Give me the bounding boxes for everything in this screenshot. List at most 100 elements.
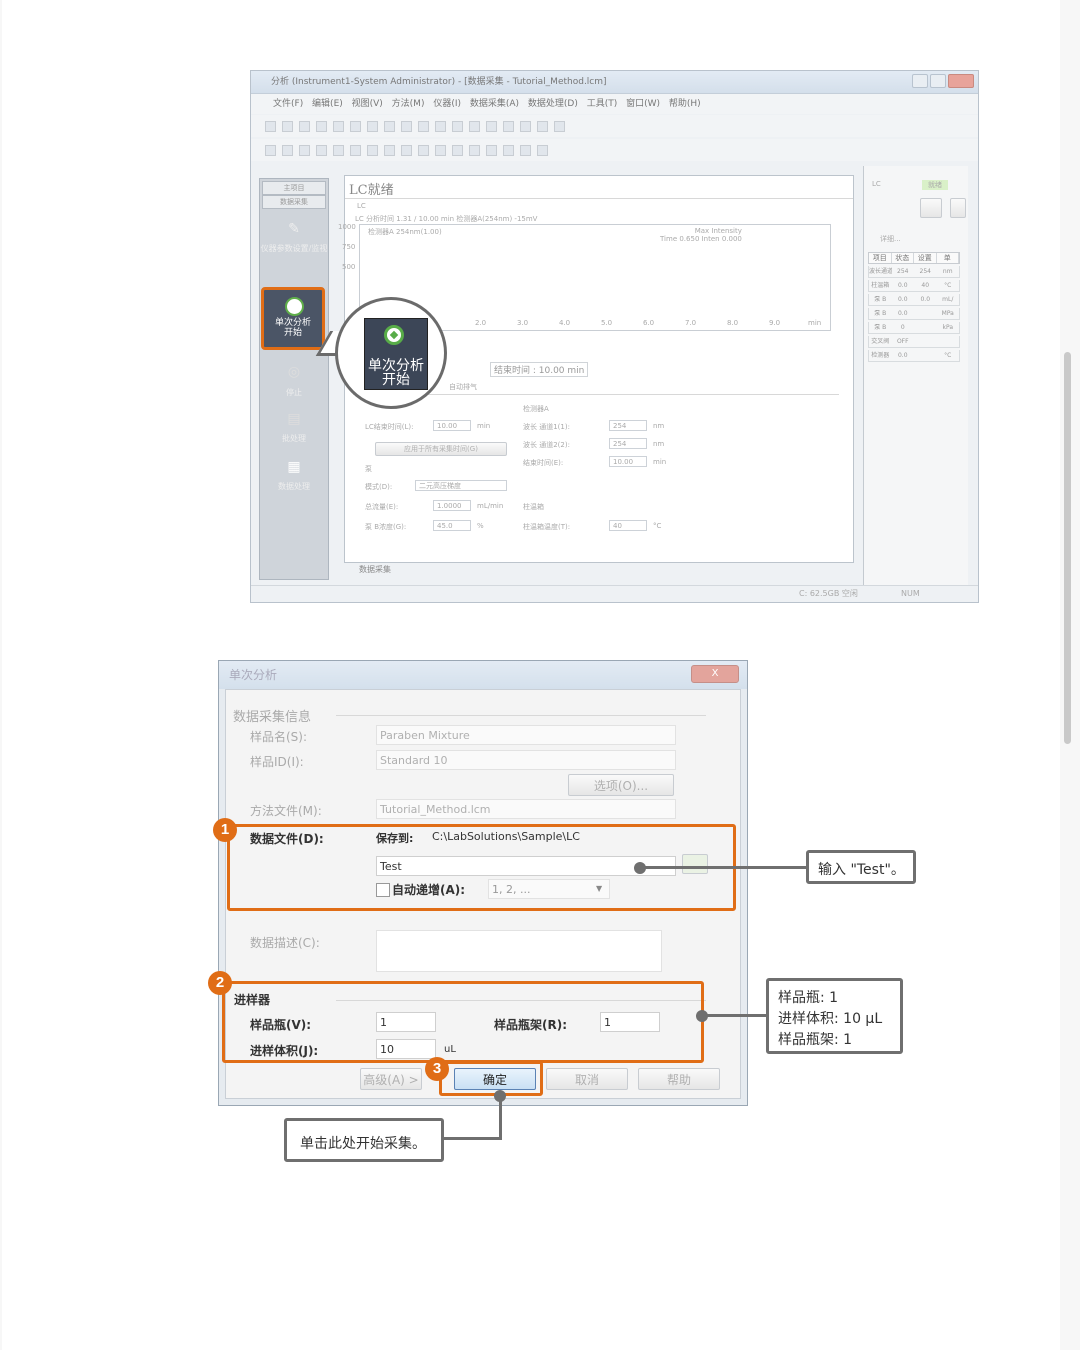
- detector-group-label: 检测器A: [523, 405, 549, 413]
- auto-purge-tab[interactable]: 自动排气: [449, 382, 477, 392]
- status-table-cell: 0.0: [920, 296, 931, 303]
- wavelength-ch2-field[interactable]: 254: [609, 438, 647, 449]
- status-table-row: 波长通道 254 254 nm: [868, 266, 960, 278]
- pump-mode-select[interactable]: 二元高压梯度: [415, 480, 507, 491]
- status-table-cell: 检测器: [871, 352, 890, 359]
- advanced-button[interactable]: 高级(A) >: [360, 1068, 422, 1090]
- assistant-item-stop[interactable]: 停止: [260, 387, 328, 398]
- monitor-icon[interactable]: [920, 198, 942, 218]
- x-tick: 3.0: [517, 319, 529, 327]
- zoomed-button: 单次分析 开始: [364, 318, 428, 390]
- toolbar-1[interactable]: [251, 115, 978, 137]
- wavelength-ch1-field[interactable]: 254: [609, 420, 647, 431]
- status-table-cell: [914, 322, 937, 333]
- callout-enter-test: 输入 "Test"。: [806, 850, 916, 884]
- status-table-row: 柱温箱 0.0 40 °C: [868, 280, 960, 292]
- assistant-tab-acquisition[interactable]: 数据采集: [262, 195, 326, 209]
- param-unit: nm: [653, 440, 665, 448]
- divider: [345, 198, 853, 199]
- plot-legend: 检测器A 254nm(1.00): [368, 228, 442, 236]
- param-unit: min: [653, 458, 667, 466]
- status-table-cell: kPa: [942, 324, 954, 331]
- single-run-start-button-highlight[interactable]: 单次分析 开始: [261, 287, 325, 350]
- callout-line-volume: 进样体积: 10 μL: [778, 1011, 883, 1027]
- return-icon[interactable]: [950, 198, 966, 218]
- param-unit: %: [477, 522, 484, 530]
- lc-title-status: 就绪: [367, 183, 394, 198]
- assistant-header[interactable]: 主项目: [262, 181, 326, 195]
- method-file-field[interactable]: Tutorial_Method.lcm: [376, 799, 676, 819]
- single-run-icon: [384, 325, 404, 345]
- page-scrollbar-thumb[interactable]: [1064, 352, 1071, 744]
- dialog-title: 单次分析 X: [219, 661, 747, 689]
- zoom-magnifier: 单次分析 开始: [335, 297, 447, 409]
- pump-group-label: 泵: [365, 465, 372, 473]
- toolbar-2[interactable]: [251, 139, 978, 161]
- status-table-row: 检测器 0.0 °C: [868, 350, 960, 362]
- callout-line-rack: 样品瓶架: 1: [778, 1032, 853, 1048]
- stop-icon: ◎: [287, 364, 301, 380]
- status-table-cell: 柱温箱: [871, 282, 890, 289]
- oven-temp-field[interactable]: 40: [609, 520, 647, 531]
- status-table-header: 单: [937, 253, 959, 263]
- window-title: 分析 (Instrument1-System Administrator) - …: [271, 77, 607, 87]
- callout-line: [702, 1014, 768, 1017]
- options-button[interactable]: 选项(O)...: [568, 774, 674, 796]
- detail-button[interactable]: 详细...: [880, 234, 901, 244]
- step-badge-1: 1: [213, 818, 237, 842]
- lc-tab[interactable]: LC: [357, 202, 366, 210]
- status-table: 项目 状态 设置单 波长通道 254 254 nm 柱温箱 0.0 40 °C 泵 B 0.0 0.0 m…: [868, 252, 960, 362]
- callout-line: [442, 1137, 502, 1140]
- assistant-item-dataproc[interactable]: 数据处理: [260, 481, 328, 492]
- assistant-item-settings[interactable]: 仪器参数设置/监视: [260, 243, 328, 254]
- status-table-cell: 0.0: [897, 282, 908, 289]
- param-label: 柱温箱温度(T):: [523, 523, 571, 531]
- status-table-cell: 泵 B: [874, 296, 887, 303]
- sample-id-label: 样品ID(I):: [250, 755, 304, 769]
- callout-line-vial: 样品瓶: 1: [778, 990, 839, 1006]
- pump-b-conc-field[interactable]: 45.0: [433, 520, 471, 531]
- end-time-label: 结束时间 : 10.00 min: [490, 362, 589, 377]
- apply-all-button[interactable]: 应用于所有采集时间(G): [375, 442, 507, 456]
- maximize-icon[interactable]: [930, 74, 946, 88]
- minimize-icon[interactable]: [912, 74, 928, 88]
- lc-end-time-field[interactable]: 10.00: [433, 420, 471, 431]
- x-tick: 6.0: [643, 319, 655, 327]
- status-table-cell: MPa: [941, 310, 954, 317]
- x-tick: 4.0: [559, 319, 571, 327]
- plot-header: Max Intensity Time 0.650 Inten 0.000: [660, 227, 742, 243]
- section-data-acquisition: 数据采集信息: [233, 710, 312, 725]
- instrument-settings-icon: ✎: [288, 221, 300, 237]
- callout-injector-values: 样品瓶: 1 进样体积: 10 μL 样品瓶架: 1: [766, 978, 903, 1054]
- status-table-cell: [914, 308, 937, 319]
- step-badge-2: 2: [208, 971, 232, 995]
- sample-id-field[interactable]: Standard 10: [376, 750, 676, 770]
- x-tick: 2.0: [475, 319, 487, 327]
- window-controls: [912, 74, 974, 88]
- callout-line: [499, 1096, 502, 1140]
- x-tick: 7.0: [685, 319, 697, 327]
- x-tick: 5.0: [601, 319, 613, 327]
- sample-name-label: 样品名(S):: [250, 730, 308, 744]
- cancel-button[interactable]: 取消: [546, 1068, 628, 1090]
- menu-bar[interactable]: 文件(F) 编辑(E) 视图(V) 方法(M) 仪器(I) 数据采集(A) 数据…: [251, 94, 978, 114]
- dialog-title-text: 单次分析: [229, 668, 278, 682]
- total-flow-field[interactable]: 1.0000: [433, 500, 471, 511]
- status-table-cell: 交叉阀: [871, 338, 890, 345]
- close-icon[interactable]: X: [691, 665, 739, 683]
- help-button[interactable]: 帮助: [638, 1068, 720, 1090]
- assistant-item-batch[interactable]: 批处理: [260, 433, 328, 444]
- y-tick: 500: [342, 263, 356, 271]
- status-table-cell: 泵 B: [874, 310, 887, 317]
- close-icon[interactable]: [948, 74, 974, 88]
- sample-name-field[interactable]: Paraben Mixture: [376, 725, 676, 745]
- status-ready-badge: 就绪: [922, 180, 948, 190]
- method-file-label: 方法文件(M):: [250, 804, 322, 818]
- data-description-field[interactable]: [376, 930, 662, 972]
- detector-end-time-field[interactable]: 10.00: [609, 456, 647, 467]
- y-tick: 750: [342, 243, 356, 251]
- status-table-header: 设置: [914, 253, 937, 263]
- status-table-row: 泵 B 0 kPa: [868, 322, 960, 334]
- divider: [336, 715, 706, 716]
- data-acquisition-tab[interactable]: 数据采集: [359, 564, 391, 575]
